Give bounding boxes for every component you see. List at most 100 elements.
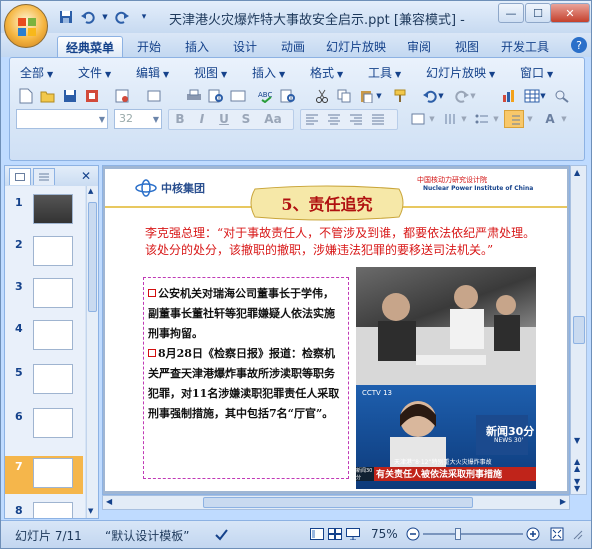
scroll-down-icon[interactable]: ▼ bbox=[574, 436, 580, 445]
tab-home[interactable]: 开始 bbox=[129, 36, 169, 57]
minimize-button[interactable]: — bbox=[498, 3, 524, 23]
slide-thumbnail-selected[interactable]: 7 bbox=[5, 456, 83, 494]
paste-icon[interactable] bbox=[356, 86, 376, 106]
zoom-in-icon[interactable] bbox=[525, 526, 541, 542]
slideshow-view-icon[interactable] bbox=[345, 526, 361, 542]
text-direction-icon[interactable] bbox=[440, 110, 460, 128]
slide-thumbnail[interactable]: 5 bbox=[5, 362, 83, 400]
font-color-icon[interactable]: A bbox=[540, 110, 560, 128]
customize-qat-icon[interactable]: ▾ bbox=[135, 8, 153, 26]
next-slide-icon[interactable]: ▼ ▼ bbox=[574, 478, 580, 493]
align-center-icon[interactable] bbox=[324, 110, 344, 128]
slide-thumbnail[interactable]: 8 bbox=[5, 500, 83, 518]
save-icon[interactable] bbox=[57, 8, 75, 26]
undo-icon[interactable] bbox=[79, 8, 97, 26]
align-right-icon[interactable] bbox=[346, 110, 366, 128]
slide-sorter-icon[interactable] bbox=[327, 526, 343, 542]
copy-icon[interactable] bbox=[334, 86, 354, 106]
text-direction-dropdown-icon[interactable]: ▼ bbox=[460, 110, 468, 128]
menu-tools[interactable]: 工具 ▼ bbox=[368, 64, 401, 81]
email-icon[interactable] bbox=[112, 86, 132, 106]
publish-icon[interactable] bbox=[144, 86, 164, 106]
tab-slideshow[interactable]: 幻灯片放映 bbox=[321, 36, 391, 57]
scroll-thumb[interactable] bbox=[573, 316, 585, 344]
research-icon[interactable] bbox=[278, 86, 298, 106]
spell-check-icon[interactable] bbox=[213, 526, 229, 542]
tab-view[interactable]: 视图 bbox=[447, 36, 487, 57]
font-name-combo[interactable]: ▼ bbox=[16, 109, 108, 129]
outline-tab[interactable] bbox=[33, 168, 55, 185]
menu-view[interactable]: 视图 ▼ bbox=[194, 64, 227, 81]
scroll-right-icon[interactable]: ▶ bbox=[560, 497, 566, 506]
numbering-icon[interactable] bbox=[504, 110, 524, 128]
font-color-dropdown-icon[interactable]: ▼ bbox=[560, 110, 568, 128]
resize-grip-icon[interactable] bbox=[569, 526, 585, 542]
new-file-icon[interactable] bbox=[16, 86, 36, 106]
paste-dropdown-icon[interactable]: ▼ bbox=[374, 86, 384, 106]
previous-slide-icon[interactable]: ▲ ▲ bbox=[574, 458, 580, 473]
columns-icon[interactable] bbox=[408, 110, 428, 128]
slide-horizontal-scrollbar[interactable]: ◀ ▶ bbox=[102, 495, 570, 510]
undo-toolbar-dropdown-icon[interactable]: ▼ bbox=[436, 86, 446, 106]
chart-icon[interactable] bbox=[500, 86, 520, 106]
permission-icon[interactable] bbox=[82, 86, 102, 106]
slide-thumbnail[interactable]: 4 bbox=[5, 318, 83, 356]
redo-icon[interactable] bbox=[113, 8, 131, 26]
theme-name[interactable]: “默认设计模板” bbox=[105, 527, 189, 544]
close-panel-icon[interactable]: ✕ bbox=[81, 169, 91, 183]
help-icon[interactable]: ? bbox=[571, 37, 587, 53]
open-folder-icon[interactable] bbox=[38, 86, 58, 106]
save-toolbar-icon[interactable] bbox=[60, 86, 80, 106]
slide-thumbnail[interactable]: 6 bbox=[5, 406, 83, 444]
tab-animations[interactable]: 动画 bbox=[273, 36, 313, 57]
normal-view-icon[interactable] bbox=[309, 526, 325, 542]
italic-icon[interactable]: I bbox=[192, 110, 212, 128]
current-slide[interactable]: 中核集团 5、责任追究 中国核动力研究设计院 Nuclear Power Ins… bbox=[105, 169, 567, 491]
spelling-icon[interactable]: ABC bbox=[256, 86, 276, 106]
slide-thumbnail[interactable]: 1 bbox=[5, 192, 83, 230]
zoom-out-icon[interactable] bbox=[405, 526, 421, 542]
zoom-slider-track[interactable] bbox=[423, 533, 523, 535]
fit-to-window-icon[interactable] bbox=[549, 526, 565, 542]
slide-vertical-scrollbar[interactable]: ▲ ▼ ▲ ▲ ▼ ▼ bbox=[570, 165, 587, 495]
scroll-left-icon[interactable]: ◀ bbox=[106, 497, 112, 506]
columns-dropdown-icon[interactable]: ▼ bbox=[428, 110, 436, 128]
tab-insert[interactable]: 插入 bbox=[177, 36, 217, 57]
format-painter-icon[interactable] bbox=[390, 86, 410, 106]
menu-insert[interactable]: 插入 ▼ bbox=[252, 64, 285, 81]
print-icon[interactable] bbox=[184, 86, 204, 106]
menu-slideshow[interactable]: 幻灯片放映 ▼ bbox=[426, 64, 495, 81]
zoom-level[interactable]: 75% bbox=[371, 527, 398, 541]
tab-developer[interactable]: 开发工具 bbox=[495, 36, 555, 57]
scroll-thumb[interactable] bbox=[88, 202, 97, 312]
change-case-icon[interactable]: Aa bbox=[260, 110, 286, 128]
scroll-thumb[interactable] bbox=[203, 497, 473, 508]
menu-file[interactable]: 文件 ▼ bbox=[78, 64, 111, 81]
menu-format[interactable]: 格式 ▼ bbox=[310, 64, 343, 81]
scroll-up-icon[interactable]: ▲ bbox=[574, 168, 580, 177]
table-dropdown-icon[interactable]: ▼ bbox=[538, 86, 548, 106]
zoom-toolbar-icon[interactable] bbox=[552, 86, 572, 106]
justify-icon[interactable] bbox=[368, 110, 388, 128]
redo-toolbar-dropdown-icon[interactable]: ▼ bbox=[468, 86, 478, 106]
underline-icon[interactable]: U bbox=[214, 110, 234, 128]
slides-tab[interactable] bbox=[9, 168, 31, 185]
office-button[interactable] bbox=[4, 4, 48, 48]
menu-window[interactable]: 窗口 ▼ bbox=[520, 64, 553, 81]
bold-icon[interactable]: B bbox=[170, 110, 190, 128]
font-size-combo[interactable]: 32 ▼ bbox=[114, 109, 162, 129]
shadow-icon[interactable]: S bbox=[236, 110, 256, 128]
tab-classic-menu[interactable]: 经典菜单 bbox=[57, 36, 123, 57]
slide-preview-icon[interactable] bbox=[228, 86, 248, 106]
align-left-icon[interactable] bbox=[302, 110, 322, 128]
cut-icon[interactable] bbox=[312, 86, 332, 106]
slide-thumbnail[interactable]: 2 bbox=[5, 234, 83, 272]
close-button[interactable]: ✕ bbox=[550, 3, 590, 23]
scroll-down-icon[interactable]: ▼ bbox=[88, 507, 97, 517]
bullets-dropdown-icon[interactable]: ▼ bbox=[492, 110, 500, 128]
menu-all[interactable]: 全部 ▼ bbox=[20, 64, 53, 81]
numbering-dropdown-icon[interactable]: ▼ bbox=[526, 110, 534, 128]
tab-design[interactable]: 设计 bbox=[225, 36, 265, 57]
maximize-button[interactable]: ☐ bbox=[525, 3, 551, 23]
tab-review[interactable]: 审阅 bbox=[399, 36, 439, 57]
